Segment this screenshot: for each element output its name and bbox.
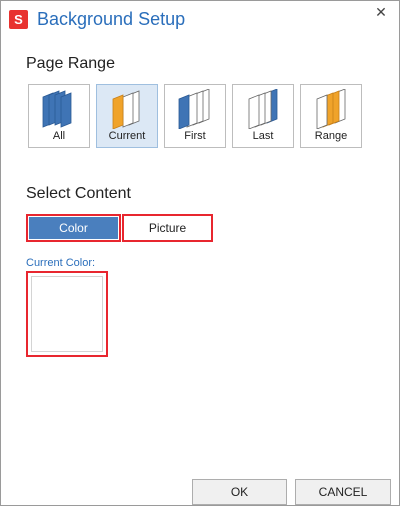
color-tab-label: Color: [29, 217, 118, 239]
page-range-current-label: Current: [108, 130, 146, 142]
current-color-label: Current Color:: [26, 257, 96, 269]
color-tab-button[interactable]: Color: [26, 214, 121, 242]
all-pages-icon: [42, 90, 72, 128]
range-pages-icon: [316, 89, 346, 129]
page-range-range-label: Range: [314, 130, 348, 142]
current-color-fill: [31, 276, 103, 352]
page-range-heading: Page Range: [26, 55, 115, 72]
cancel-button[interactable]: CANCEL: [295, 479, 391, 505]
app-logo-icon: S: [9, 10, 28, 29]
ok-button-label: OK: [230, 485, 249, 499]
last-page-icon: [248, 89, 278, 129]
background-setup-dialog: S Background Setup ✕ Page Range All Curr…: [0, 0, 400, 506]
close-icon[interactable]: ✕: [373, 4, 389, 20]
cancel-button-label: CANCEL: [318, 485, 368, 499]
page-range-current-button[interactable]: Current: [96, 84, 158, 148]
select-content-heading: Select Content: [26, 185, 131, 202]
dialog-title: Background Setup: [37, 9, 186, 29]
page-range-last-label: Last: [252, 130, 274, 142]
ok-button[interactable]: OK: [192, 479, 287, 505]
picture-tab-label: Picture: [148, 221, 187, 235]
current-color-swatch[interactable]: [26, 271, 108, 357]
page-range-all-button[interactable]: All: [28, 84, 90, 148]
page-range-first-label: First: [184, 130, 206, 142]
page-range-all-label: All: [52, 130, 66, 142]
page-range-first-button[interactable]: First: [164, 84, 226, 148]
current-page-icon: [112, 90, 140, 129]
page-range-last-button[interactable]: Last: [232, 84, 294, 148]
picture-tab-button[interactable]: Picture: [122, 214, 213, 242]
page-range-range-button[interactable]: Range: [300, 84, 362, 148]
first-page-icon: [178, 89, 210, 129]
